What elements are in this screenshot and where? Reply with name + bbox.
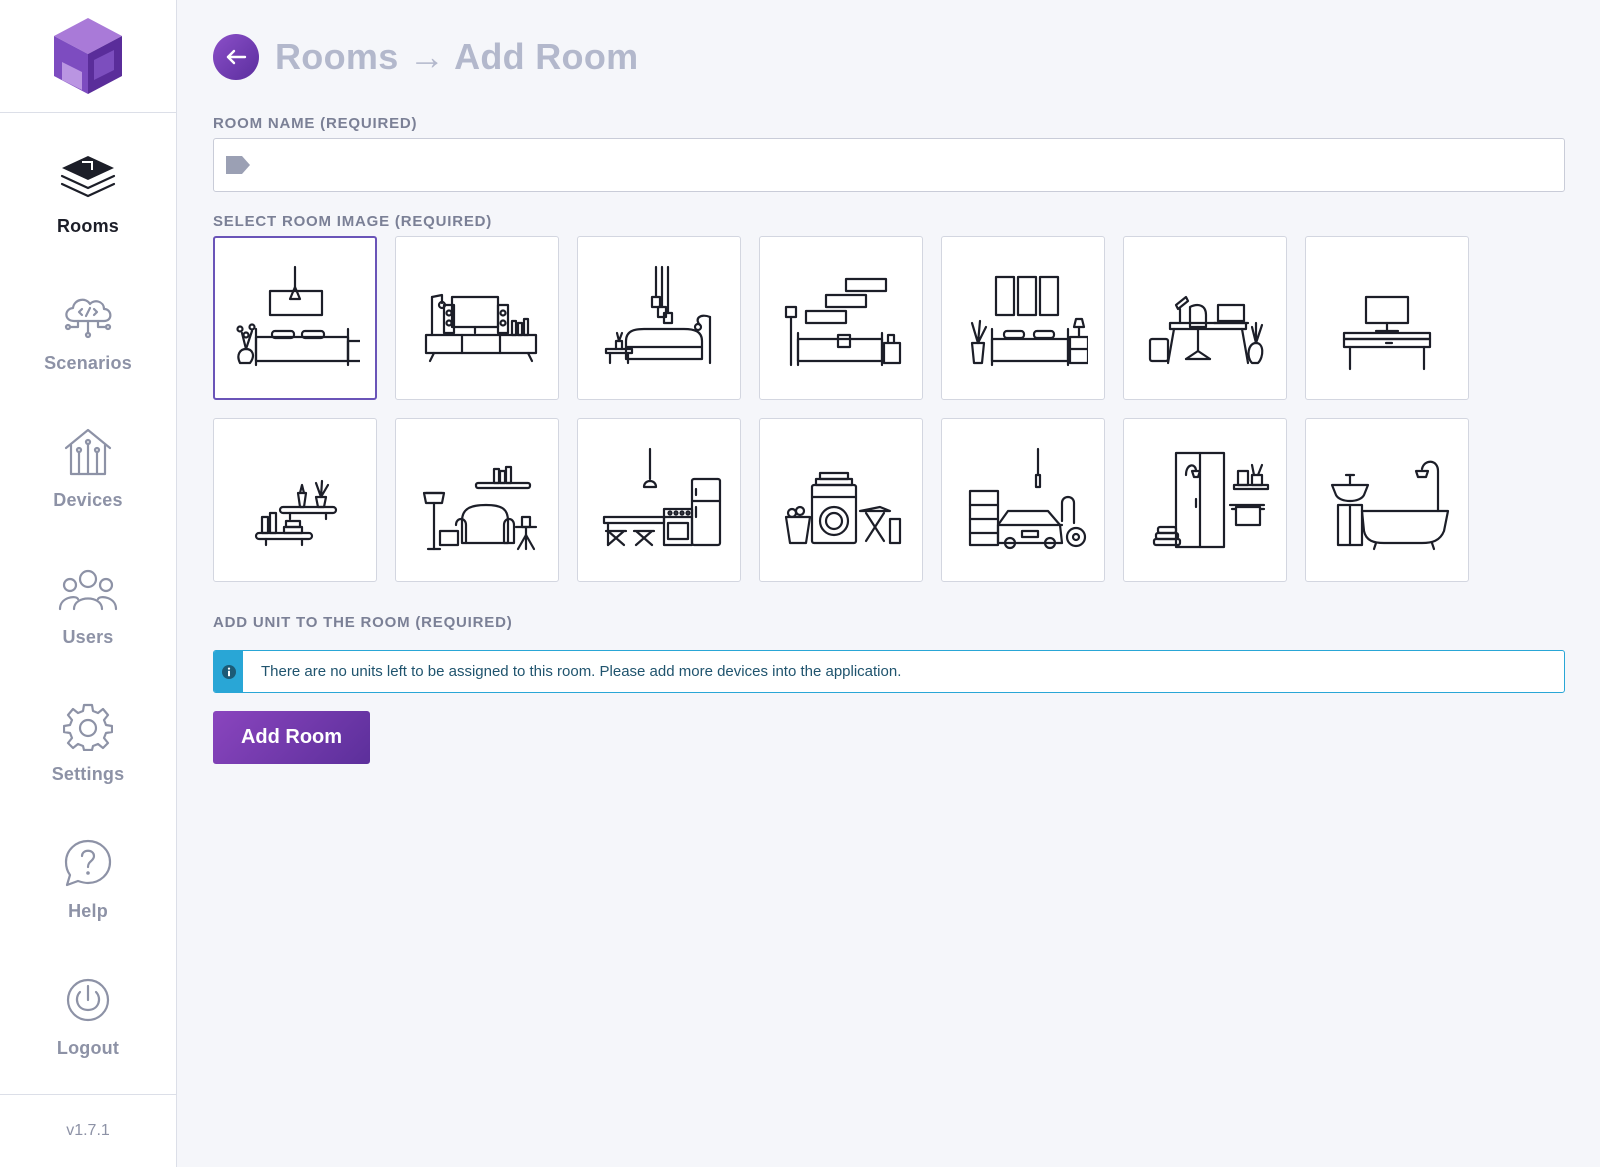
house-circuit-icon [56,420,120,484]
help-bubble-icon [56,831,120,895]
layers-icon [56,146,120,210]
sidebar-item-label: Scenarios [44,353,132,373]
room-image-shower-room[interactable] [1123,418,1287,582]
sidebar-item-label: Logout [56,1038,120,1058]
sidebar-item-help[interactable]: Help [0,831,176,922]
info-strip [214,651,243,692]
gear-icon [56,694,120,758]
room-image-computer-desk[interactable] [1305,236,1469,400]
sidebar-item-label: Help [68,901,108,921]
sidebar-item-scenarios[interactable]: Scenarios [0,283,176,374]
sidebar-item-devices[interactable]: Devices [0,420,176,511]
sidebar-item-label: Rooms [56,216,119,236]
sidebar-item-label: Devices [53,490,123,510]
app-version: v1.7.1 [0,1094,176,1167]
cloud-code-icon [56,283,120,347]
users-group-icon [56,557,120,621]
room-image-grid [213,236,1469,582]
room-image-laundry[interactable] [759,418,923,582]
back-button[interactable] [213,34,259,80]
room-image-tv-living-room[interactable] [395,236,559,400]
page-header: Rooms → Add Room [213,34,638,80]
arrow-left-icon [226,49,247,65]
sidebar-item-rooms[interactable]: Rooms [0,146,176,237]
unit-info-message: There are no units left to be assigned t… [261,663,902,680]
tag-icon [226,156,250,174]
power-icon [56,968,120,1032]
room-image-wall-shelves[interactable] [213,418,377,582]
sidebar-item-label: Settings [51,764,125,784]
sidebar-item-settings[interactable]: Settings [0,694,176,785]
page-title: Rooms → Add Room [275,36,639,77]
add-room-button[interactable]: Add Room [213,711,370,764]
room-image-sofa-pendant-lights[interactable] [577,236,741,400]
sidebar-item-label: Users [62,627,114,647]
room-image-sofa-shelves[interactable] [759,236,923,400]
unit-info-alert: There are no units left to be assigned t… [213,650,1565,693]
room-name-input[interactable] [252,139,1564,191]
unit-label: ADD UNIT TO THE ROOM (REQUIRED) [213,614,513,631]
room-image-bathtub[interactable] [1305,418,1469,582]
room-image-bedroom-lamp[interactable] [213,236,377,400]
app-logo-icon [54,18,122,94]
room-name-label: ROOM NAME (REQUIRED) [213,115,418,132]
sidebar-item-logout[interactable]: Logout [0,968,176,1059]
room-name-field[interactable] [213,138,1565,192]
room-image-label: SELECT ROOM IMAGE (REQUIRED) [213,213,493,230]
logo-area [0,0,176,113]
room-image-bedroom-frames[interactable] [941,236,1105,400]
room-image-garage[interactable] [941,418,1105,582]
room-image-armchair-reading[interactable] [395,418,559,582]
room-image-kitchen[interactable] [577,418,741,582]
room-image-office-desk-chair[interactable] [1123,236,1287,400]
sidebar-item-users[interactable]: Users [0,557,176,648]
sidebar: Rooms Scenarios Devices Users Settings H… [0,0,177,1167]
info-icon [221,664,236,679]
